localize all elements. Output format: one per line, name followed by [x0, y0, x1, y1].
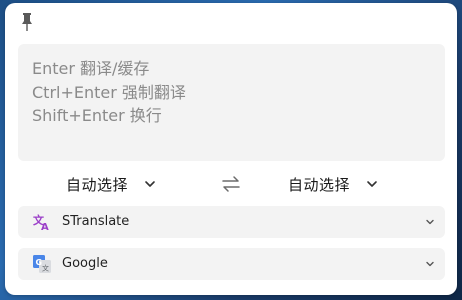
chevron-down-icon: [367, 181, 377, 187]
svg-text:文: 文: [42, 264, 49, 273]
chevron-down-icon[interactable]: [425, 217, 435, 227]
svg-text:A: A: [41, 222, 49, 231]
source-text-input[interactable]: Enter 翻译/缓存 Ctrl+Enter 强制翻译 Shift+Enter …: [18, 44, 445, 161]
service-row-google[interactable]: G 文 Google: [18, 248, 445, 280]
swap-languages-icon[interactable]: [221, 175, 241, 193]
source-language-label: 自动选择: [66, 175, 129, 194]
chevron-down-icon: [145, 181, 155, 187]
service-name: Google: [62, 256, 108, 271]
source-language-select[interactable]: 自动选择: [66, 169, 156, 199]
google-translate-icon: G 文: [33, 255, 51, 273]
target-language-select[interactable]: 自动选择: [288, 169, 378, 199]
chevron-down-icon[interactable]: [425, 259, 435, 269]
translator-window: Enter 翻译/缓存 Ctrl+Enter 强制翻译 Shift+Enter …: [5, 3, 457, 295]
target-language-label: 自动选择: [288, 175, 351, 194]
service-name: STranslate: [62, 214, 130, 229]
service-row-stranslate[interactable]: 文 A STranslate: [18, 206, 445, 238]
translate-icon: 文 A: [33, 213, 49, 231]
pin-icon[interactable]: [19, 11, 35, 33]
language-bar: 自动选择 自动选择: [5, 169, 457, 199]
